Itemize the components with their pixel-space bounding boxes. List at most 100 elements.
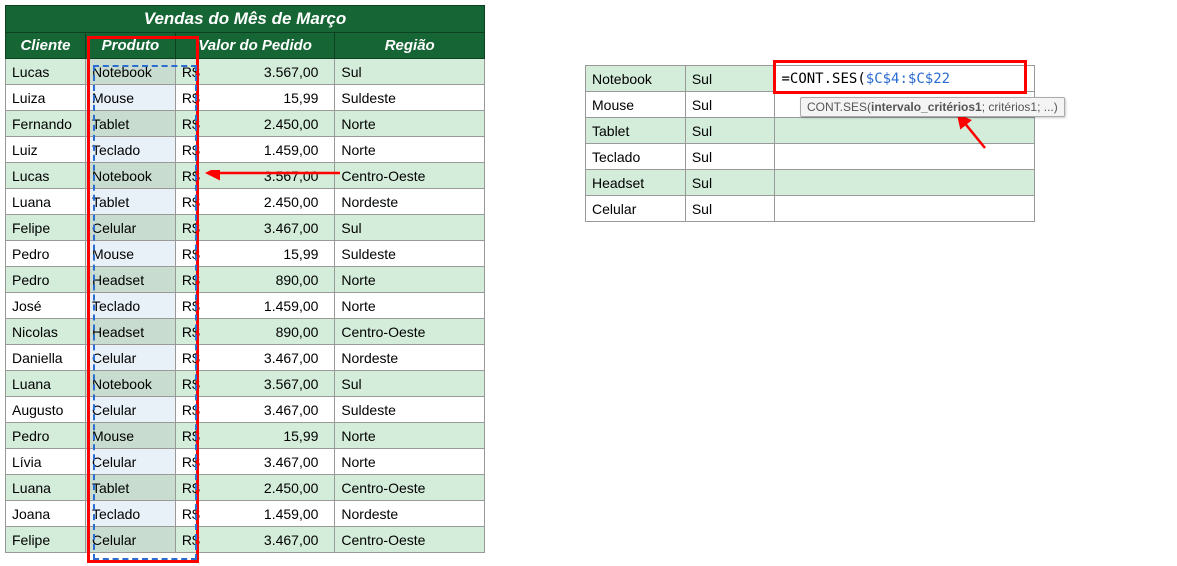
cell-produto[interactable]: Mouse <box>85 85 175 111</box>
cell-regiao[interactable]: Centro-Oeste <box>335 475 485 501</box>
cell-regiao[interactable]: Sul <box>685 92 775 118</box>
cell-valor[interactable]: R$890,00 <box>175 267 335 293</box>
cell-produto[interactable]: Celular <box>85 397 175 423</box>
table-row[interactable]: LuizaMouseR$15,99Suldeste <box>6 85 485 111</box>
cell-produto[interactable]: Notebook <box>586 66 686 92</box>
cell-valor[interactable]: R$3.467,00 <box>175 345 335 371</box>
cell-cliente[interactable]: Pedro <box>6 267 86 293</box>
cell-regiao[interactable]: Norte <box>335 267 485 293</box>
cell-cliente[interactable]: Fernando <box>6 111 86 137</box>
cell-regiao[interactable]: Centro-Oeste <box>335 527 485 553</box>
cell-valor[interactable]: R$3.467,00 <box>175 449 335 475</box>
table-row[interactable]: JoséTecladoR$1.459,00Norte <box>6 293 485 319</box>
table-row[interactable]: CelularSul <box>586 196 1035 222</box>
table-row[interactable]: DaniellaCelularR$3.467,00Nordeste <box>6 345 485 371</box>
cell-valor[interactable]: R$2.450,00 <box>175 475 335 501</box>
cell-regiao[interactable]: Suldeste <box>335 85 485 111</box>
table-row[interactable]: PedroMouseR$15,99Suldeste <box>6 241 485 267</box>
cell-regiao[interactable]: Suldeste <box>335 397 485 423</box>
table-row[interactable]: LucasNotebookR$3.567,00Sul <box>6 59 485 85</box>
table-row[interactable]: LuanaTabletR$2.450,00Nordeste <box>6 189 485 215</box>
cell-cliente[interactable]: Pedro <box>6 423 86 449</box>
cell-cliente[interactable]: Felipe <box>6 215 86 241</box>
cell-regiao[interactable]: Sul <box>685 196 775 222</box>
cell-cliente[interactable]: Luiza <box>6 85 86 111</box>
cell-valor[interactable]: R$3.467,00 <box>175 215 335 241</box>
cell-produto[interactable]: Mouse <box>85 241 175 267</box>
table-row[interactable]: FernandoTabletR$2.450,00Norte <box>6 111 485 137</box>
cell-valor[interactable]: R$1.459,00 <box>175 137 335 163</box>
table-row[interactable]: LuanaTabletR$2.450,00Centro-Oeste <box>6 475 485 501</box>
cell-cliente[interactable]: José <box>6 293 86 319</box>
cell-produto[interactable]: Tablet <box>85 111 175 137</box>
cell-cliente[interactable]: Luiz <box>6 137 86 163</box>
sales-table[interactable]: Vendas do Mês de Março Cliente Produto V… <box>5 5 485 553</box>
cell-valor[interactable]: R$3.567,00 <box>175 371 335 397</box>
cell-produto[interactable]: Celular <box>586 196 686 222</box>
header-regiao[interactable]: Região <box>335 33 485 59</box>
table-row[interactable]: LuanaNotebookR$3.567,00Sul <box>6 371 485 397</box>
cell-regiao[interactable]: Norte <box>335 111 485 137</box>
table-row[interactable]: HeadsetSul <box>586 170 1035 196</box>
cell-regiao[interactable]: Sul <box>685 144 775 170</box>
cell-regiao[interactable]: Nordeste <box>335 189 485 215</box>
header-valor[interactable]: Valor do Pedido <box>175 33 335 59</box>
cell-produto[interactable]: Tablet <box>85 189 175 215</box>
table-row[interactable]: NicolasHeadsetR$890,00Centro-Oeste <box>6 319 485 345</box>
cell-cliente[interactable]: Luana <box>6 189 86 215</box>
cell-regiao[interactable]: Sul <box>685 170 775 196</box>
cell-produto[interactable]: Teclado <box>85 137 175 163</box>
cell-regiao[interactable]: Sul <box>335 215 485 241</box>
cell-valor[interactable]: R$890,00 <box>175 319 335 345</box>
cell-valor[interactable]: R$2.450,00 <box>175 189 335 215</box>
cell-regiao[interactable]: Nordeste <box>335 345 485 371</box>
cell-formula[interactable] <box>775 196 1035 222</box>
cell-valor[interactable]: R$15,99 <box>175 423 335 449</box>
cell-produto[interactable]: Headset <box>586 170 686 196</box>
cell-produto[interactable]: Notebook <box>85 59 175 85</box>
table-row[interactable]: LíviaCelularR$3.467,00Norte <box>6 449 485 475</box>
cell-cliente[interactable]: Augusto <box>6 397 86 423</box>
cell-regiao[interactable]: Sul <box>335 59 485 85</box>
cell-valor[interactable]: R$3.567,00 <box>175 59 335 85</box>
cell-produto[interactable]: Teclado <box>586 144 686 170</box>
cell-produto[interactable]: Tablet <box>85 475 175 501</box>
cell-valor[interactable]: R$3.467,00 <box>175 527 335 553</box>
cell-cliente[interactable]: Pedro <box>6 241 86 267</box>
cell-cliente[interactable]: Luana <box>6 371 86 397</box>
cell-cliente[interactable]: Daniella <box>6 345 86 371</box>
cell-regiao[interactable]: Sul <box>685 66 775 92</box>
table-row[interactable]: FelipeCelularR$3.467,00Sul <box>6 215 485 241</box>
header-produto[interactable]: Produto <box>85 33 175 59</box>
cell-produto[interactable]: Tablet <box>586 118 686 144</box>
cell-cliente[interactable]: Felipe <box>6 527 86 553</box>
table-row[interactable]: LuizTecladoR$1.459,00Norte <box>6 137 485 163</box>
table-row[interactable]: FelipeCelularR$3.467,00Centro-Oeste <box>6 527 485 553</box>
cell-regiao[interactable]: Nordeste <box>335 501 485 527</box>
cell-regiao[interactable]: Norte <box>335 293 485 319</box>
cell-valor[interactable]: R$1.459,00 <box>175 501 335 527</box>
header-cliente[interactable]: Cliente <box>6 33 86 59</box>
cell-regiao[interactable]: Norte <box>335 137 485 163</box>
cell-cliente[interactable]: Lívia <box>6 449 86 475</box>
cell-valor[interactable]: R$15,99 <box>175 241 335 267</box>
cell-produto[interactable]: Headset <box>85 319 175 345</box>
cell-produto[interactable]: Mouse <box>586 92 686 118</box>
cell-valor[interactable]: R$3.467,00 <box>175 397 335 423</box>
cell-valor[interactable]: R$1.459,00 <box>175 293 335 319</box>
cell-cliente[interactable]: Nicolas <box>6 319 86 345</box>
cell-formula[interactable] <box>775 144 1035 170</box>
table-row[interactable]: NotebookSul=CONT.SES($C$4:$C$22 <box>586 66 1035 92</box>
cell-regiao[interactable]: Sul <box>685 118 775 144</box>
cell-valor[interactable]: R$15,99 <box>175 85 335 111</box>
cell-regiao[interactable]: Centro-Oeste <box>335 163 485 189</box>
cell-regiao[interactable]: Centro-Oeste <box>335 319 485 345</box>
cell-produto[interactable]: Notebook <box>85 163 175 189</box>
cell-regiao[interactable]: Norte <box>335 449 485 475</box>
cell-produto[interactable]: Teclado <box>85 293 175 319</box>
cell-produto[interactable]: Mouse <box>85 423 175 449</box>
table-row[interactable]: AugustoCelularR$3.467,00Suldeste <box>6 397 485 423</box>
cell-formula[interactable] <box>775 170 1035 196</box>
cell-produto[interactable]: Celular <box>85 345 175 371</box>
table-row[interactable]: JoanaTecladoR$1.459,00Nordeste <box>6 501 485 527</box>
